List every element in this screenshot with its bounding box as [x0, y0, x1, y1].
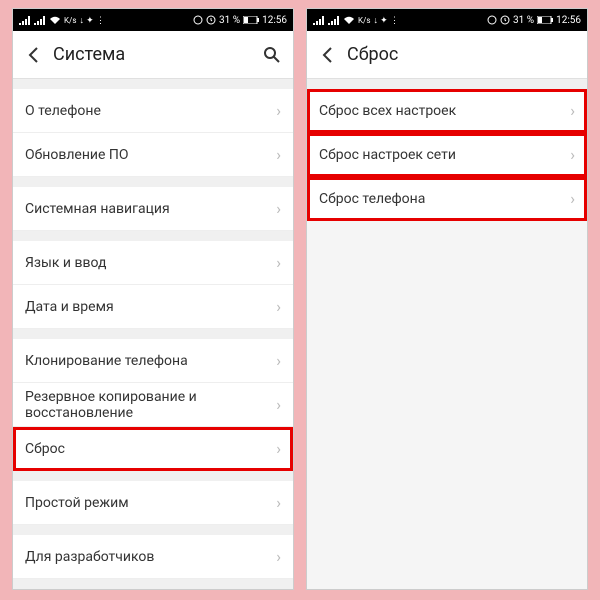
status-bar: K/s ↓ ✦ ⋮ 31 % 12:56: [13, 9, 293, 31]
list-item-label: Обновление ПО: [25, 147, 129, 163]
back-button[interactable]: [23, 46, 45, 64]
status-icons: ↓ ✦ ⋮: [373, 15, 399, 26]
status-icons: ↓ ✦ ⋮: [79, 15, 105, 26]
signal-icon: [328, 15, 340, 25]
settings-list: О телефоне›Обновление ПО›Системная навиг…: [13, 79, 293, 589]
signal-icon: [313, 15, 325, 25]
list-item[interactable]: О телефоне ›: [13, 89, 293, 133]
chevron-right-icon: ›: [276, 253, 281, 272]
reset-list: Сброс всех настроек › Сброс настроек сети ›…: [307, 79, 587, 589]
list-item-label: О телефоне: [25, 103, 101, 119]
page-title: Система: [45, 44, 261, 65]
search-icon: [263, 46, 281, 64]
status-bar: K/s ↓ ✦ ⋮ 31 % 12:56: [307, 9, 587, 31]
chevron-right-icon: ›: [570, 101, 575, 120]
list-item[interactable]: Сброс ›: [13, 427, 293, 471]
arrow-left-icon: [319, 46, 337, 64]
list-item[interactable]: Сброс настроек сети ›: [307, 133, 587, 177]
list-item-label: Язык и ввод: [25, 255, 106, 271]
list-item-label: Сброс всех настроек: [319, 103, 456, 119]
list-item[interactable]: Простой режим ›: [13, 481, 293, 525]
list-item-label: Сброс: [25, 441, 65, 457]
list-item[interactable]: Сброс телефона ›: [307, 177, 587, 221]
phone-right: K/s ↓ ✦ ⋮ 31 % 12:56 Сброс Сброс всех на…: [306, 8, 588, 590]
list-item-label: Резервное копирование и восстановление: [25, 389, 276, 421]
chevron-right-icon: ›: [276, 199, 281, 218]
page-title: Сброс: [339, 44, 577, 65]
battery-percent: 31 %: [219, 15, 240, 26]
list-item[interactable]: Системная навигация ›: [13, 187, 293, 231]
wifi-icon: [49, 15, 61, 25]
list-item-label: Дата и время: [25, 299, 114, 315]
list-item[interactable]: Дата и время ›: [13, 285, 293, 329]
search-button[interactable]: [261, 46, 283, 64]
chevron-right-icon: ›: [570, 145, 575, 164]
list-item[interactable]: Резервное копирование и восстановление›: [13, 383, 293, 427]
list-item-label: Клонирование телефона: [25, 353, 188, 369]
battery-icon: [243, 16, 259, 24]
chevron-right-icon: ›: [276, 145, 281, 164]
chevron-right-icon: ›: [276, 297, 281, 316]
alarm-icon: [500, 15, 510, 25]
chevron-right-icon: ›: [276, 439, 281, 458]
wifi-icon: [343, 15, 355, 25]
alarm-icon: [206, 15, 216, 25]
chevron-right-icon: ›: [276, 395, 281, 414]
list-item-label: Простой режим: [25, 495, 129, 511]
back-button[interactable]: [317, 46, 339, 64]
battery-icon: [537, 16, 553, 24]
arrow-left-icon: [25, 46, 43, 64]
nfc-icon: [487, 15, 497, 25]
clock: 12:56: [262, 15, 287, 26]
list-item[interactable]: Язык и ввод ›: [13, 241, 293, 285]
chevron-right-icon: ›: [570, 189, 575, 208]
app-bar: Сброс: [307, 31, 587, 79]
list-item[interactable]: Сброс всех настроек ›: [307, 89, 587, 133]
list-item-label: Сброс телефона: [319, 191, 425, 207]
phone-left: K/s ↓ ✦ ⋮ 31 % 12:56 Система О телефоне ›…: [12, 8, 294, 590]
list-item-label: Для разработчиков: [25, 549, 154, 565]
list-item[interactable]: Клонирование телефона ›: [13, 339, 293, 383]
chevron-right-icon: ›: [276, 493, 281, 512]
nfc-icon: [193, 15, 203, 25]
clock: 12:56: [556, 15, 581, 26]
list-item-label: Системная навигация: [25, 201, 170, 217]
signal-icon: [34, 15, 46, 25]
chevron-right-icon: ›: [276, 101, 281, 120]
chevron-right-icon: ›: [276, 547, 281, 566]
battery-percent: 31 %: [513, 15, 534, 26]
list-item-label: Сброс настроек сети: [319, 147, 456, 163]
signal-icon: [19, 15, 31, 25]
app-bar: Система: [13, 31, 293, 79]
chevron-right-icon: ›: [276, 351, 281, 370]
list-item[interactable]: Обновление ПО ›: [13, 133, 293, 177]
list-item[interactable]: Для разработчиков ›: [13, 535, 293, 579]
status-text: K/s: [358, 16, 370, 25]
status-text: K/s: [64, 16, 76, 25]
